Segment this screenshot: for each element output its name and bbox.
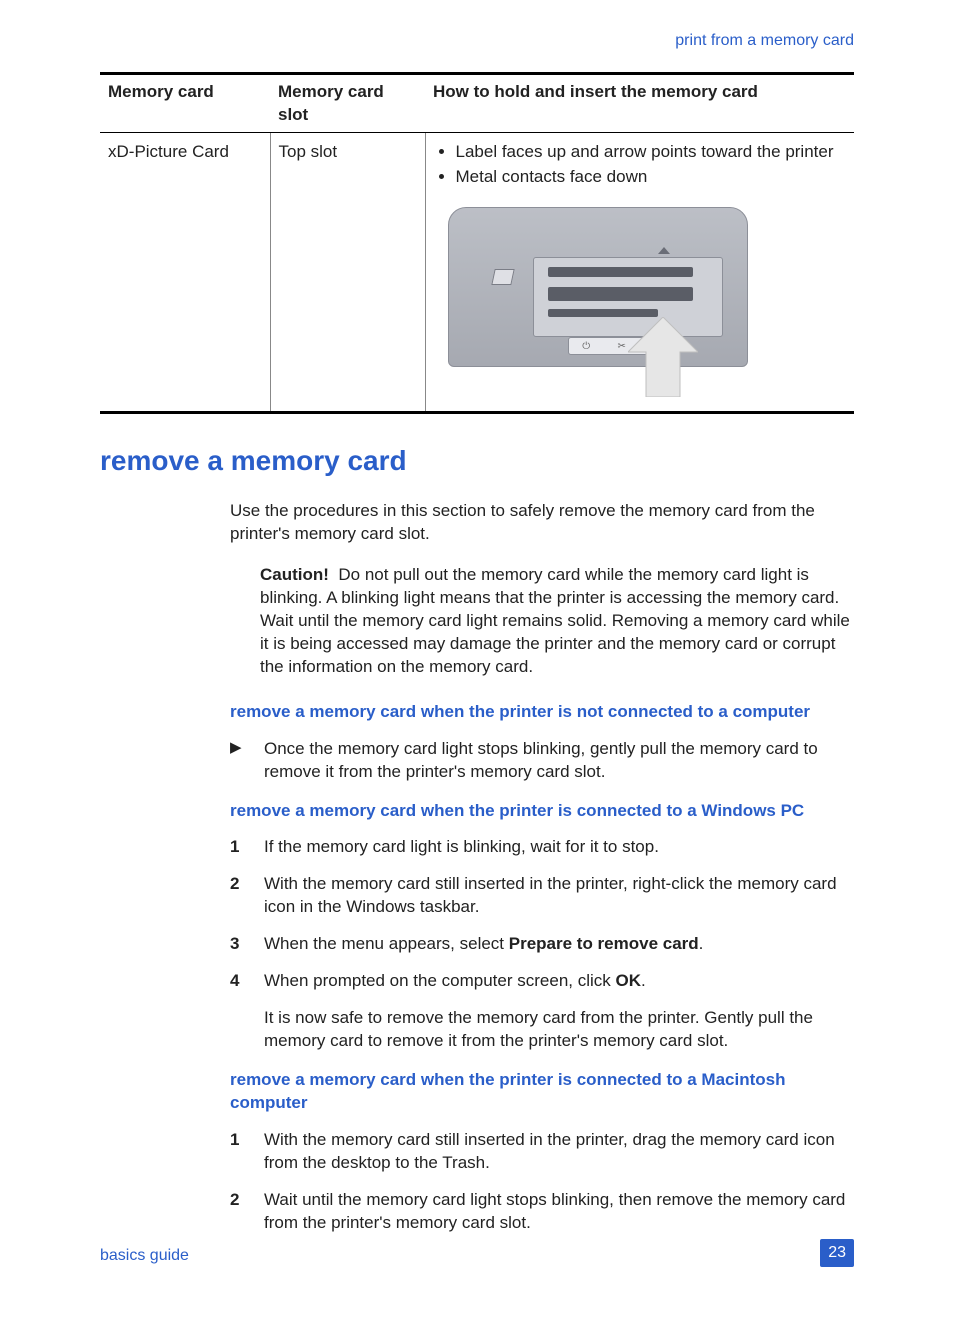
step-number: 4: [230, 970, 264, 1053]
sub1-item: Once the memory card light stops blinkin…: [264, 738, 854, 784]
memory-card-table: Memory card Memory card slot How to hold…: [100, 72, 854, 415]
doc-title: basics guide: [100, 1245, 189, 1267]
caution-paragraph: Caution! Do not pull out the memory card…: [260, 564, 854, 679]
section-title: remove a memory card: [100, 442, 854, 480]
subheading-no-computer: remove a memory card when the printer is…: [230, 701, 854, 724]
cell-howto: Label faces up and arrow points toward t…: [425, 133, 854, 413]
sub2-after: It is now safe to remove the memory card…: [264, 1007, 854, 1053]
arrow-bullet-icon: ▶: [230, 738, 264, 784]
table-header-card: Memory card: [100, 73, 270, 133]
caution-label: Caution!: [260, 565, 329, 584]
insert-arrow-icon: [628, 317, 698, 397]
printer-illustration: ⏻✂▣: [448, 207, 748, 397]
howto-bullet: Label faces up and arrow points toward t…: [456, 141, 847, 164]
step-number: 1: [230, 836, 264, 859]
sub2-step4: When prompted on the computer screen, cl…: [264, 970, 854, 1053]
subheading-windows: remove a memory card when the printer is…: [230, 800, 854, 823]
page-footer: basics guide 23: [100, 1239, 854, 1267]
cell-slot: Top slot: [270, 133, 425, 413]
sub2-step1: If the memory card light is blinking, wa…: [264, 836, 854, 859]
table-row: xD-Picture Card Top slot Label faces up …: [100, 133, 854, 413]
table-header-howto: How to hold and insert the memory card: [425, 73, 854, 133]
page-number: 23: [820, 1239, 854, 1267]
intro-paragraph: Use the procedures in this section to sa…: [230, 500, 854, 546]
step-number: 2: [230, 873, 264, 919]
subheading-mac: remove a memory card when the printer is…: [230, 1069, 854, 1115]
table-header-slot: Memory card slot: [270, 73, 425, 133]
sub3-step2: Wait until the memory card light stops b…: [264, 1189, 854, 1235]
sub3-step1: With the memory card still inserted in t…: [264, 1129, 854, 1175]
step-number: 2: [230, 1189, 264, 1235]
step-number: 1: [230, 1129, 264, 1175]
sub2-step3: When the menu appears, select Prepare to…: [264, 933, 854, 956]
howto-bullet: Metal contacts face down: [456, 166, 847, 189]
cell-card-name: xD-Picture Card: [100, 133, 270, 413]
chapter-link: print from a memory card: [100, 30, 854, 52]
step-number: 3: [230, 933, 264, 956]
sub2-step2: With the memory card still inserted in t…: [264, 873, 854, 919]
caution-text: Do not pull out the memory card while th…: [260, 565, 850, 676]
